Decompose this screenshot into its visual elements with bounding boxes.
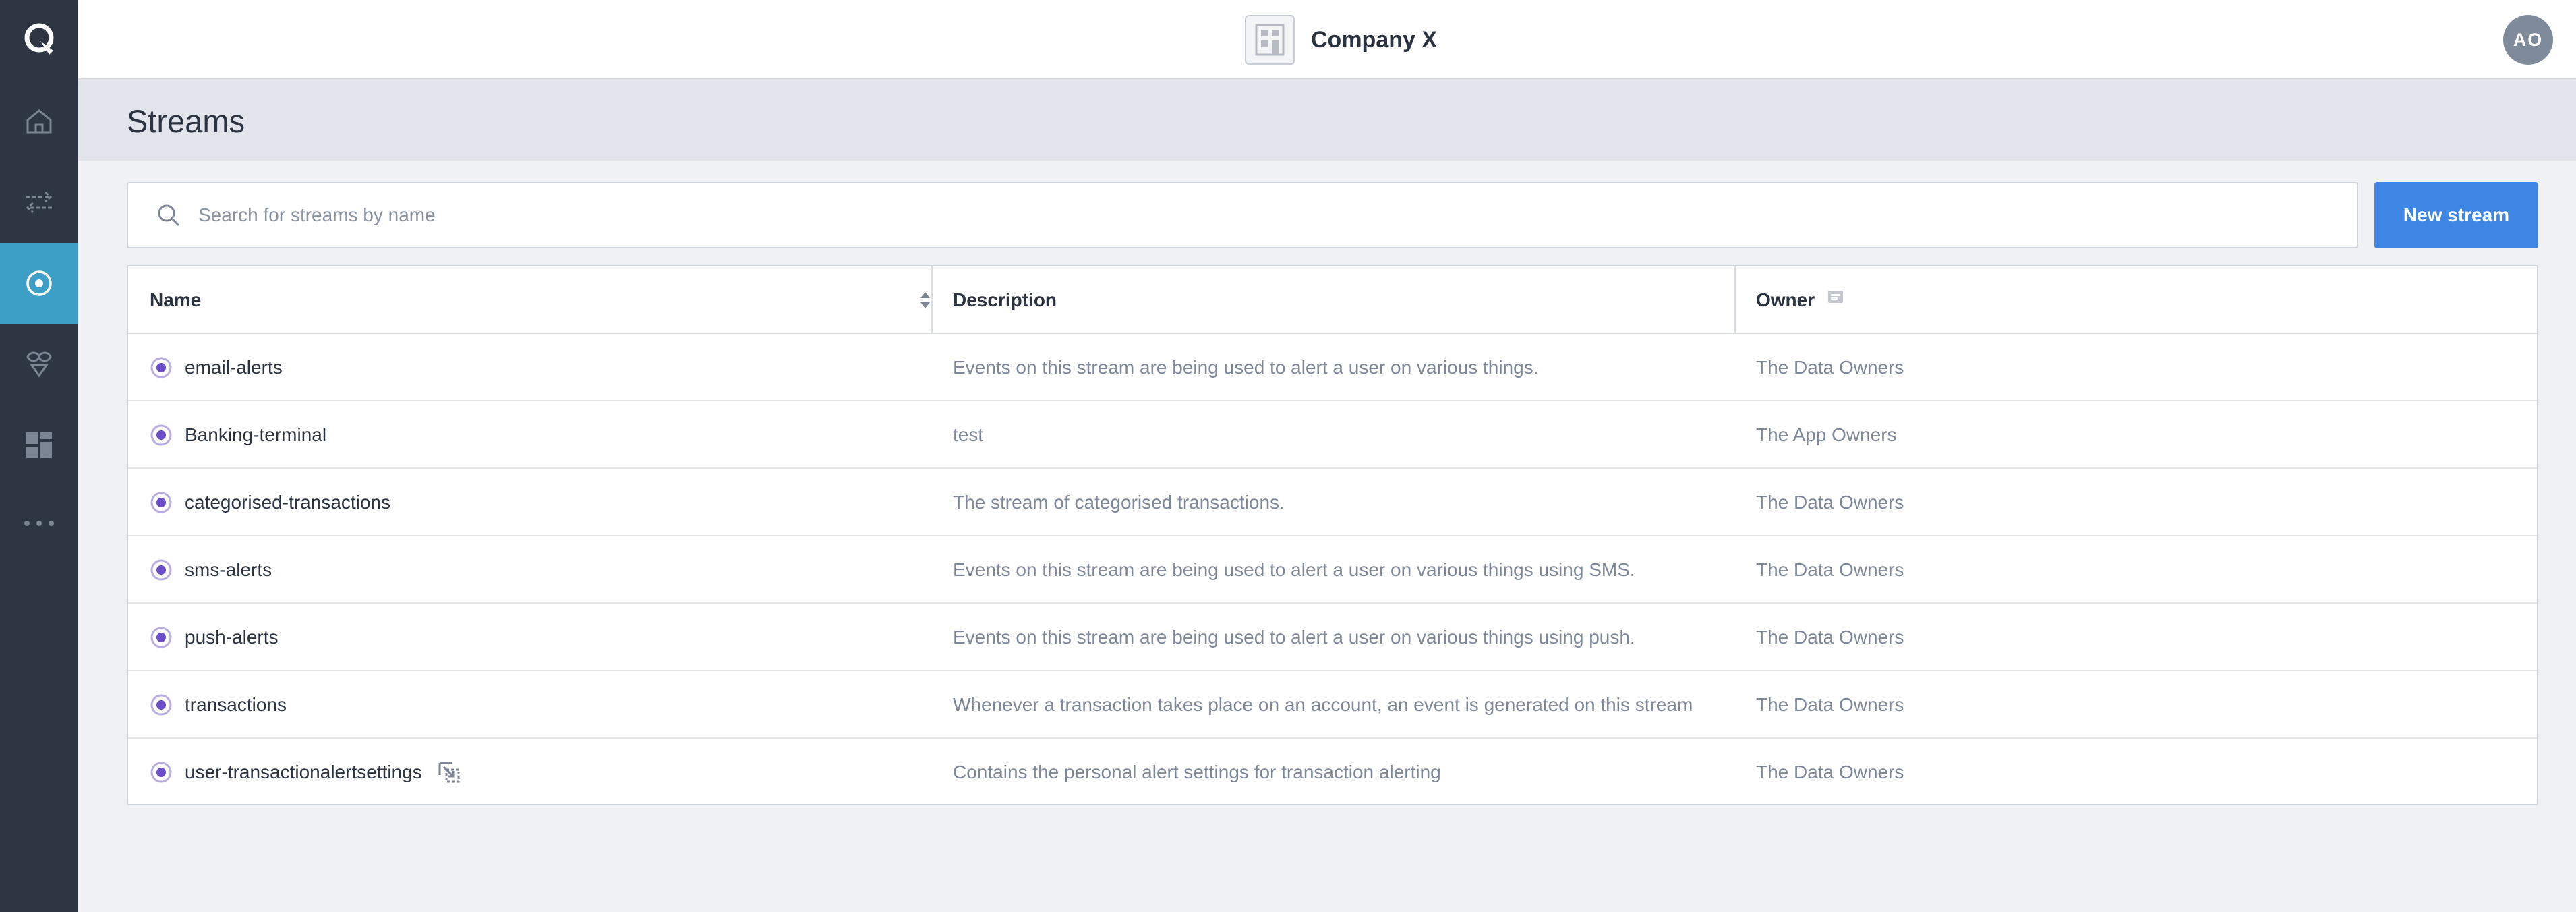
stream-description: test [953,424,984,445]
stream-owner: The Data Owners [1756,694,1904,715]
arrows-icon [26,191,53,214]
stream-name: user-transactionalertsettings [185,762,422,782]
stream-owner: The App Owners [1756,424,1897,445]
connector-icon [26,351,52,378]
table-row[interactable]: user-transactionalertsettings Contains t… [128,739,2537,806]
stream-name-cell[interactable]: categorised-transactions [150,469,390,536]
stream-description: Whenever a transaction takes place on an… [953,694,1693,715]
column-header-name[interactable]: Name [150,266,932,334]
stream-owner: The Data Owners [1756,627,1904,648]
stream-icon [150,627,172,648]
sidebar-item-home[interactable] [0,81,78,162]
stream-name-cell[interactable]: push-alerts [150,604,279,671]
company-switcher[interactable]: Company X [1245,15,1437,65]
filter-icon[interactable] [1827,289,1844,306]
table-header: Name Description Owner [128,266,2537,334]
avatar[interactable]: AO [2503,15,2553,65]
stream-owner: The Data Owners [1756,492,1904,513]
sidebar-item-connectors[interactable] [0,324,78,405]
stream-icon [150,559,172,581]
sidebar [0,0,78,912]
stream-icon [150,492,172,513]
stream-description: Events on this stream are being used to … [953,357,1539,378]
grid-icon [26,432,52,458]
search-icon [158,204,179,226]
column-divider [931,266,933,334]
stream-name: Banking-terminal [185,424,327,445]
top-bar: Company X AO [78,0,2576,80]
column-label-name: Name [150,289,202,310]
stream-icon [150,424,172,446]
stream-owner: The Data Owners [1756,762,1904,782]
table-row[interactable]: transactions Whenever a transaction take… [128,671,2537,739]
state-store-icon [438,762,460,783]
stream-name: transactions [185,694,287,715]
stream-name-cell[interactable]: transactions [150,671,287,739]
stream-description: The stream of categorised transactions. [953,492,1285,513]
column-label-owner: Owner [1756,289,1815,310]
sidebar-item-transfer[interactable] [0,162,78,243]
stream-name-cell[interactable]: sms-alerts [150,536,272,604]
stream-description: Events on this stream are being used to … [953,627,1635,648]
stream-name-cell[interactable]: email-alerts [150,334,283,401]
logo-icon [24,23,54,55]
app-logo[interactable] [0,0,78,78]
stream-icon [150,762,172,783]
stream-owner: The Data Owners [1756,357,1904,378]
page-title: Streams [127,103,245,139]
table-row[interactable]: categorised-transactions The stream of c… [128,469,2537,536]
stream-name-cell[interactable]: Banking-terminal [150,401,326,469]
company-name: Company X [1311,26,1438,53]
stream-owner: The Data Owners [1756,559,1904,580]
building-icon [1245,15,1295,65]
sidebar-item-dashboard[interactable] [0,405,78,486]
table-row[interactable]: email-alerts Events on this stream are b… [128,334,2537,401]
column-divider [1734,266,1736,334]
stream-icon [150,357,172,378]
stream-description: Contains the personal alert settings for… [953,762,1441,782]
more-icon [24,521,54,526]
sort-icon[interactable] [918,289,932,311]
table-row[interactable]: sms-alerts Events on this stream are bei… [128,536,2537,604]
stream-description: Events on this stream are being used to … [953,559,1635,580]
streams-table: Name Description Owner email-alerts Even… [127,265,2538,805]
stream-name: sms-alerts [185,559,272,580]
stream-name-cell[interactable]: user-transactionalertsettings [150,739,461,806]
table-row[interactable]: Banking-terminal test The App Owners [128,401,2537,469]
search-input[interactable] [198,195,2221,235]
stream-name: categorised-transactions [185,492,391,513]
stream-name: push-alerts [185,627,279,648]
stream-name: email-alerts [185,357,283,378]
sidebar-item-streams[interactable] [0,243,78,324]
column-header-owner: Owner [1756,266,1844,334]
column-header-description: Description [953,266,1057,334]
table-row[interactable]: push-alerts Events on this stream are be… [128,604,2537,671]
sidebar-item-more[interactable] [0,483,78,564]
home-icon [26,109,52,134]
new-stream-button[interactable]: New stream [2374,182,2538,248]
stream-icon [150,694,172,716]
search-box [127,182,2358,248]
column-label-description: Description [953,289,1057,310]
stream-icon [26,270,52,296]
page-header: Streams [78,81,2576,161]
